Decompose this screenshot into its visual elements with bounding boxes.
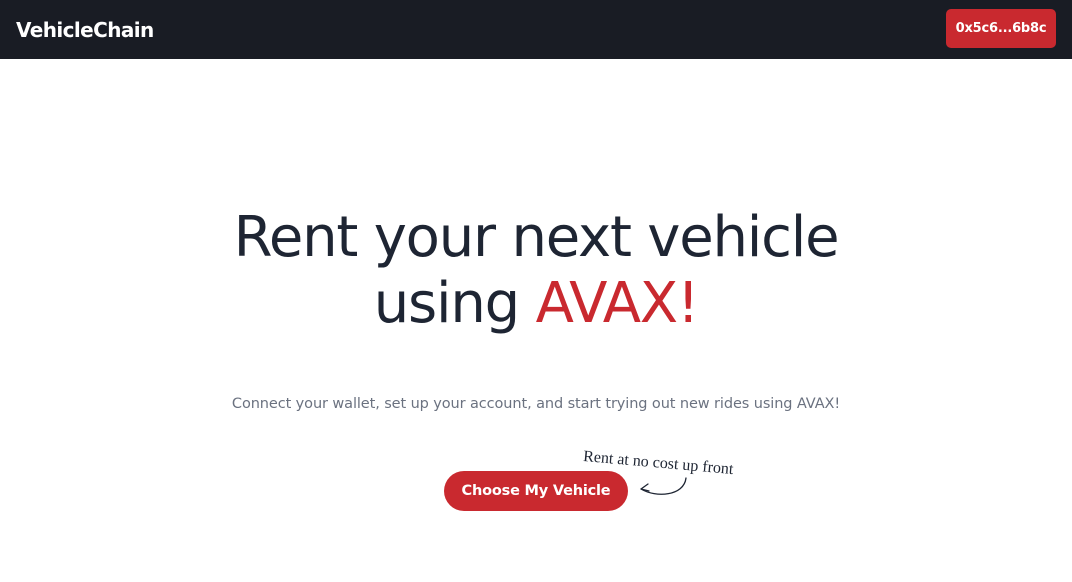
- navbar: VehicleChain 0x5c6...6b8c: [0, 0, 1072, 59]
- brand-logo[interactable]: VehicleChain: [16, 16, 154, 44]
- curved-arrow-icon: [640, 477, 687, 495]
- hero-subtitle: Connect your wallet, set up your account…: [231, 396, 841, 412]
- hero-title-line2-prefix: using: [373, 271, 536, 336]
- hero-title: Rent your next vehicle using AVAX!: [0, 205, 1072, 337]
- hero-title-accent: AVAX!: [535, 271, 700, 336]
- hero-title-line1: Rent your next vehicle: [233, 205, 840, 270]
- wallet-address-button[interactable]: 0x5c6...6b8c: [946, 9, 1056, 48]
- choose-vehicle-button[interactable]: Choose My Vehicle: [444, 471, 628, 511]
